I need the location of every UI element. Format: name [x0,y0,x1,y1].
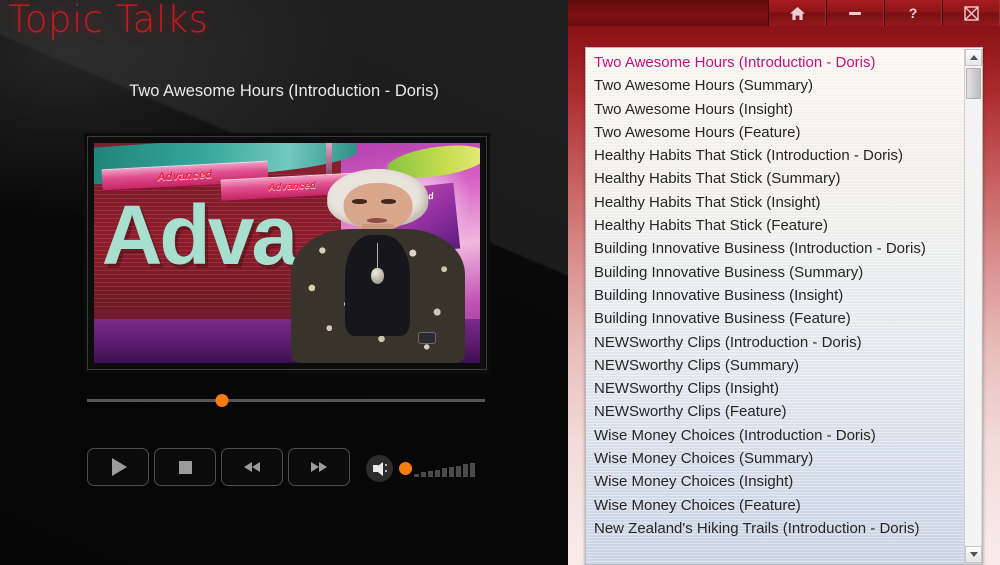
close-button[interactable] [942,0,1000,26]
presenter-eye-left [352,199,367,204]
presenter-necklace-chain [376,242,378,271]
playlist-item[interactable]: Wise Money Choices (Introduction - Doris… [586,424,982,447]
volume-step[interactable] [435,469,440,477]
scrollbar-thumb[interactable] [966,68,981,99]
playlist-item[interactable]: Wise Money Choices (Insight) [586,470,982,493]
playlist-item[interactable]: Two Awesome Hours (Feature) [586,121,982,144]
fast-forward-button[interactable] [288,448,350,486]
playlist-item[interactable]: Wise Money Choices (Feature) [586,494,982,517]
stop-icon [178,460,192,474]
chevron-down-icon [969,552,978,557]
video-display: Adva Advanced Advanced Advanced [94,143,480,363]
speaker-cone [373,461,383,476]
playlist-item[interactable]: New Zealand's Hiking Trails (Introductio… [586,517,982,540]
play-icon [112,458,127,476]
now-playing-title: Two Awesome Hours (Introduction - Doris) [129,82,439,100]
presenter-eye-right [381,199,396,204]
playlist-pane: ? Two Awesome Hours (Introduction - Dori… [568,0,1000,565]
svg-text:?: ? [909,5,918,21]
seek-track[interactable] [87,399,485,402]
volume-knob[interactable] [399,462,412,475]
playlist-item[interactable]: Two Awesome Hours (Introduction - Doris) [586,51,982,74]
fast-forward-icon [311,462,327,472]
volume-step[interactable] [449,467,454,477]
chevron-up-icon [969,55,978,60]
volume-step[interactable] [414,473,419,477]
presenter-pendant [371,268,385,284]
playlist-item[interactable]: Healthy Habits That Stick (Insight) [586,191,982,214]
application-window: Topic Talks Two Awesome Hours (Introduct… [0,0,1000,565]
playlist-item[interactable]: Building Innovative Business (Introducti… [586,237,982,260]
playlist-item[interactable]: Building Innovative Business (Insight) [586,284,982,307]
playlist-item[interactable]: NEWSworthy Clips (Summary) [586,354,982,377]
volume-step[interactable] [463,464,468,477]
close-icon [963,5,979,21]
speaker-wave-2 [385,470,387,472]
seek-knob[interactable] [215,394,229,407]
help-button[interactable]: ? [884,0,942,26]
transport-controls [87,448,355,486]
playlist-item[interactable]: Two Awesome Hours (Insight) [586,98,982,121]
presenter-mouth [366,217,387,223]
seek-bar[interactable] [87,394,485,408]
playlist-item[interactable]: NEWSworthy Clips (Insight) [586,377,982,400]
playlist-listbox[interactable]: Two Awesome Hours (Introduction - Doris)… [585,47,983,565]
stop-button[interactable] [154,448,216,486]
playlist-item[interactable]: Healthy Habits That Stick (Feature) [586,214,982,237]
speaker-wave-1 [385,464,387,466]
window-controls-bar: ? [568,0,1000,26]
home-icon [789,6,805,20]
playlist-items: Two Awesome Hours (Introduction - Doris)… [586,51,982,540]
playlist-item[interactable]: Healthy Habits That Stick (Introduction … [586,144,982,167]
studio-big-word: Adva [101,187,298,282]
playlist-item[interactable]: Building Innovative Business (Feature) [586,307,982,330]
speaker-icon[interactable] [366,455,393,482]
playlist-item[interactable]: Wise Money Choices (Summary) [586,447,982,470]
minimize-button[interactable] [826,0,884,26]
presenter-figure [287,169,468,363]
playlist-item[interactable]: Healthy Habits That Stick (Summary) [586,167,982,190]
scroll-up-button[interactable] [965,49,982,66]
volume-step[interactable] [470,463,475,477]
volume-step[interactable] [428,470,433,477]
playlist-item[interactable]: NEWSworthy Clips (Introduction - Doris) [586,331,982,354]
volume-step[interactable] [421,472,426,477]
playlist-item[interactable]: Building Innovative Business (Summary) [586,261,982,284]
playlist-item[interactable]: NEWSworthy Clips (Feature) [586,400,982,423]
studio-banner-1-text: Advanced [156,168,213,184]
volume-slider[interactable] [399,461,477,477]
play-button[interactable] [87,448,149,486]
rewind-button[interactable] [221,448,283,486]
video-player-frame[interactable]: Adva Advanced Advanced Advanced [87,136,487,370]
playlist-scrollbar[interactable] [964,49,982,563]
scroll-down-button[interactable] [965,546,982,563]
minimize-icon [849,12,861,15]
presenter-watch [417,332,436,344]
volume-control[interactable] [366,455,477,482]
rewind-icon [244,462,260,472]
help-icon: ? [909,5,918,21]
volume-step[interactable] [456,465,461,477]
playlist-item[interactable]: Two Awesome Hours (Summary) [586,74,982,97]
player-pane: Topic Talks Two Awesome Hours (Introduct… [0,0,568,565]
volume-step[interactable] [442,468,447,477]
home-button[interactable] [768,0,826,26]
app-title: Topic Talks [8,0,209,41]
